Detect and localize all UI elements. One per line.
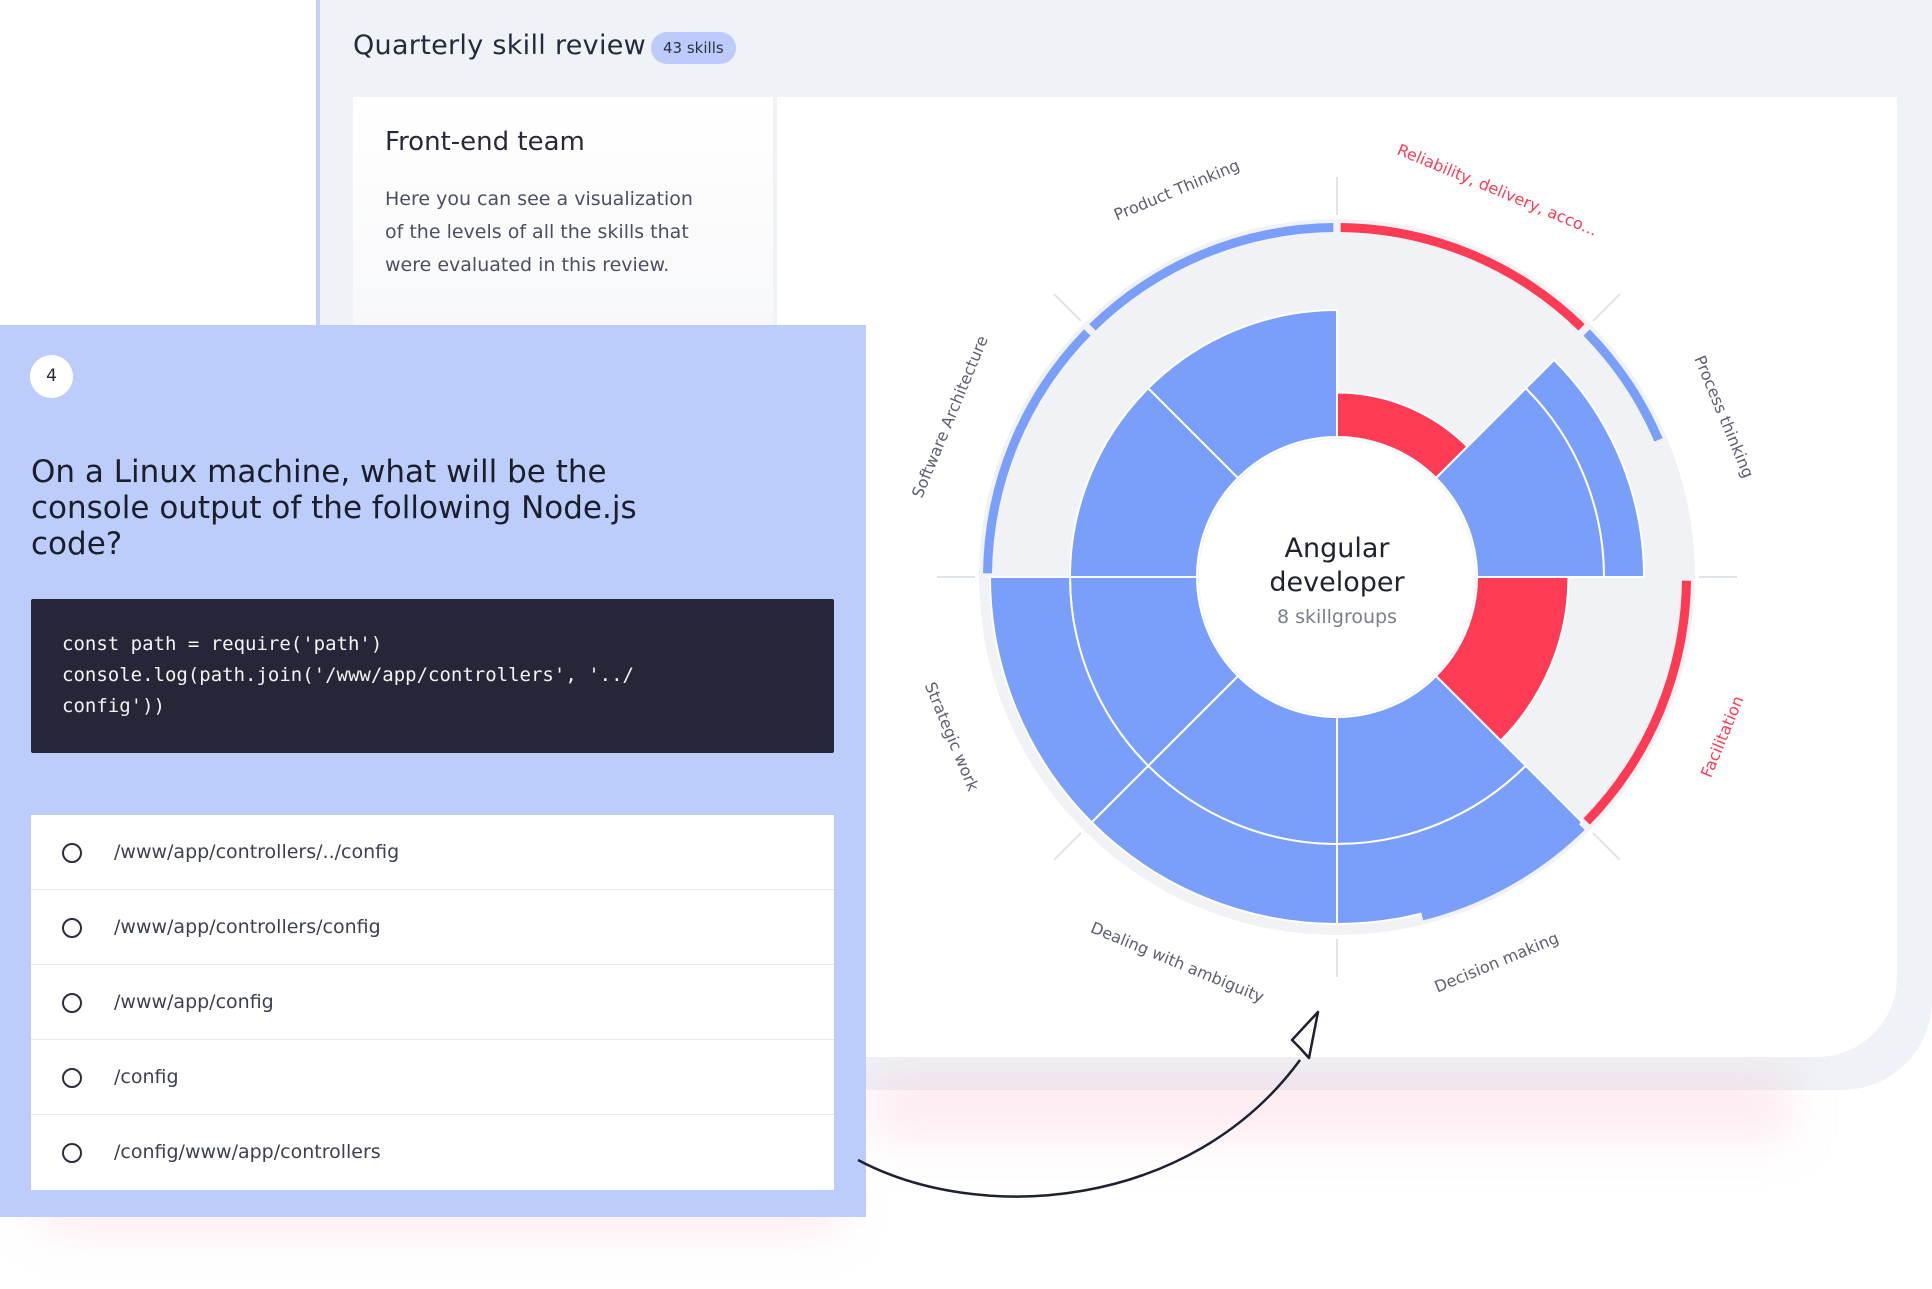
skills-count-badge[interactable]: 43 skills (651, 32, 736, 64)
radio-button-icon[interactable] (62, 1143, 82, 1163)
chart-center-subtitle: 8 skillgroups (1277, 606, 1397, 628)
answer-option-label: /www/app/config (114, 991, 274, 1013)
chart-segment-label: Process thinking (1690, 353, 1758, 481)
radio-button-icon[interactable] (62, 993, 82, 1013)
answer-option-label: /www/app/controllers/config (114, 916, 381, 938)
team-title: Front-end team (385, 127, 585, 157)
chart-separator (1592, 832, 1621, 861)
skill-radial-chart: Reliability, delivery, acco... Process th… (908, 140, 1758, 1007)
chart-separator (1053, 832, 1082, 861)
chart-segment-label: Software Architecture (908, 333, 992, 501)
chart-segment-label: Product Thinking (1111, 155, 1242, 224)
chart-segment-label: Dealing with ambiguity (1088, 918, 1267, 1007)
quiz-card: 4 On a Linux machine, what will be the c… (0, 325, 866, 1217)
radio-button-icon[interactable] (62, 1068, 82, 1088)
team-card: Front-end team Here you can see a visual… (353, 97, 773, 337)
answer-option-label: /config (114, 1066, 179, 1088)
radio-button-icon[interactable] (62, 918, 82, 938)
radio-button-icon[interactable] (62, 843, 82, 863)
stage: Quarterly skill review 43 skills Front-e… (0, 0, 1932, 1289)
chart-segment-label: Decision making (1432, 928, 1562, 996)
answer-option[interactable]: /config/www/app/controllers (31, 1115, 834, 1190)
answer-option-label: /config/www/app/controllers (114, 1141, 381, 1163)
question-number-badge: 4 (30, 355, 73, 398)
answer-option[interactable]: /www/app/controllers/../config (31, 815, 834, 890)
chart-separator (1053, 293, 1082, 322)
answer-option-label: /www/app/controllers/../config (114, 841, 400, 863)
answer-option[interactable]: /config (31, 1040, 834, 1115)
question-text: On a Linux machine, what will be the con… (31, 454, 637, 562)
chart-segment-label: Strategic work (921, 679, 983, 794)
answer-option[interactable]: /www/app/controllers/config (31, 890, 834, 965)
code-snippet: const path = require('path') console.log… (31, 599, 834, 753)
chart-separator (1592, 293, 1621, 322)
chart-segment-label: Reliability, delivery, acco... (1394, 140, 1600, 240)
chart-card-shadow (870, 1070, 1790, 1140)
chart-segment-label: Facilitation (1697, 693, 1748, 780)
answer-option[interactable]: /www/app/config (31, 965, 834, 1040)
team-description: Here you can see a visualization of the … (385, 188, 693, 276)
review-title: Quarterly skill review (353, 30, 647, 61)
answer-options: /www/app/controllers/../config /www/app/… (31, 815, 834, 1190)
